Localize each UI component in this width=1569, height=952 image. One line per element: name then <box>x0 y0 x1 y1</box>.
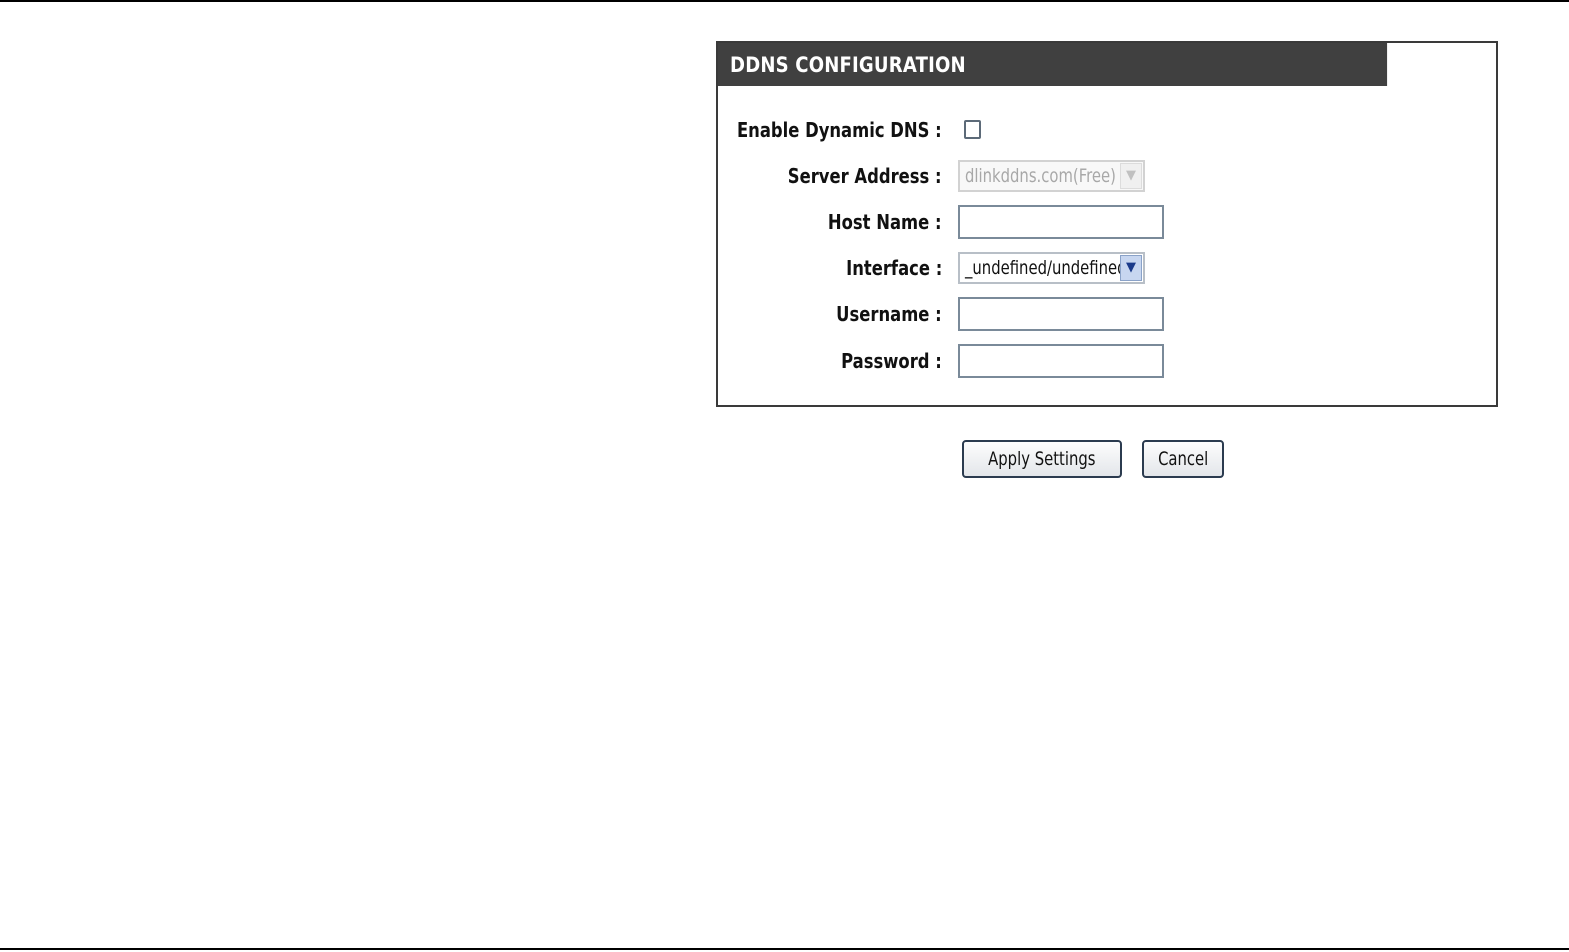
enable-ddns-checkbox[interactable] <box>964 120 981 139</box>
apply-settings-button[interactable]: Apply Settings <box>962 440 1122 478</box>
top-divider <box>0 0 1569 2</box>
password-input[interactable] <box>958 344 1164 378</box>
enable-ddns-row: Enable Dynamic DNS : <box>718 113 1496 147</box>
password-row: Password : <box>718 344 1496 378</box>
chevron-down-icon: ▼ <box>1120 255 1142 281</box>
username-label: Username : <box>836 302 942 326</box>
interface-label: Interface : <box>845 256 942 280</box>
interface-select[interactable]: _undefined/undefined ▼ <box>958 252 1145 284</box>
username-row: Username : <box>718 297 1496 331</box>
enable-ddns-label: Enable Dynamic DNS : <box>737 118 942 142</box>
server-address-row: Server Address : dlinkddns.com(Free) ▼ <box>718 159 1496 193</box>
interface-value: _undefined/undefined <box>965 257 1127 279</box>
host-name-input[interactable] <box>958 205 1164 239</box>
username-input[interactable] <box>958 297 1164 331</box>
server-address-label: Server Address : <box>788 164 942 188</box>
cancel-label: Cancel <box>1157 448 1209 470</box>
cancel-button[interactable]: Cancel <box>1142 440 1224 478</box>
server-address-select[interactable]: dlinkddns.com(Free) ▼ <box>958 160 1145 192</box>
host-name-label: Host Name : <box>828 210 942 234</box>
apply-settings-label: Apply Settings <box>988 448 1096 470</box>
panel-title: DDNS CONFIGURATION <box>718 43 1388 86</box>
interface-row: Interface : _undefined/undefined ▼ <box>718 251 1496 285</box>
ddns-configuration-panel: DDNS CONFIGURATION Enable Dynamic DNS : … <box>716 41 1498 407</box>
server-address-value: dlinkddns.com(Free) <box>965 165 1116 187</box>
host-name-row: Host Name : <box>718 205 1496 239</box>
bottom-divider <box>0 948 1569 950</box>
password-label: Password : <box>841 349 942 373</box>
chevron-down-icon: ▼ <box>1120 163 1142 189</box>
